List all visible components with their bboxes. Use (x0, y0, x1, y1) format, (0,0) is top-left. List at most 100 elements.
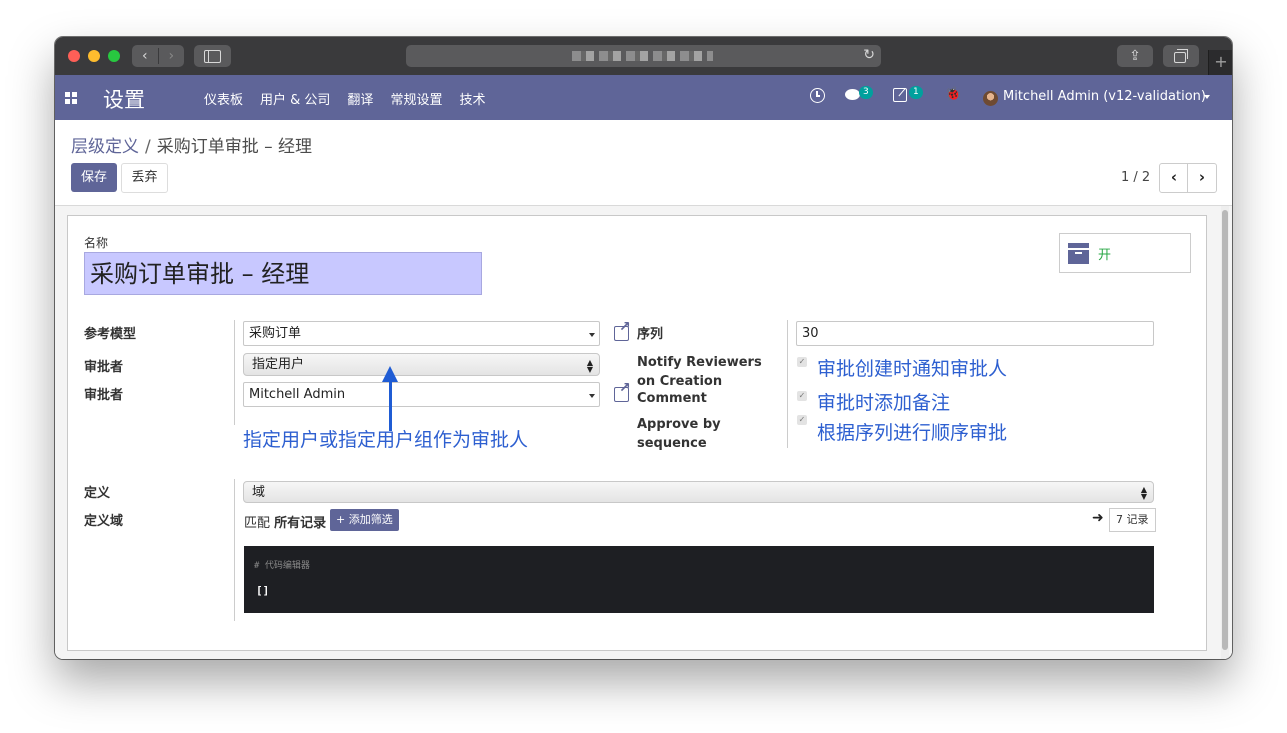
menu-item-users-companies[interactable]: 用户 & 公司 (260, 89, 330, 108)
group-divider (234, 320, 235, 425)
notify-reviewers-checkbox[interactable]: ✓ (797, 357, 807, 367)
history-nav: ‹ › (132, 45, 184, 67)
browser-toolbar: ‹ › ↻ ⇪ + (55, 37, 1232, 76)
model-label: 参考模型 (84, 327, 137, 342)
menu-item-general-settings[interactable]: 常规设置 (390, 89, 442, 108)
debug-bug-icon[interactable]: 🐞 (945, 87, 961, 102)
main-navbar: 设置 仪表板 用户 & 公司 翻译 常规设置 技术 3 1 🐞 Mitchell… (55, 75, 1232, 120)
external-link-icon[interactable] (614, 319, 631, 341)
clock-icon[interactable] (810, 88, 825, 103)
records-count-button[interactable]: 7 记录 (1109, 508, 1156, 532)
reviewer-select-value: Mitchell Admin (249, 387, 346, 402)
code-editor[interactable]: # 代码编辑器 [] (244, 546, 1154, 613)
menu-item-translations[interactable]: 翻译 (347, 89, 373, 108)
chat-count-badge: 3 (859, 86, 873, 99)
share-icon: ⇪ (1129, 48, 1141, 64)
pager-previous-button[interactable]: ‹ (1159, 163, 1189, 193)
reviewer-label: 审批者 (84, 388, 124, 403)
sidebar-icon (204, 49, 221, 63)
pager-value[interactable]: 1 / 2 (1121, 170, 1150, 185)
discard-button[interactable]: 丢弃 (121, 163, 168, 193)
add-filter-button[interactable]: + 添加筛选 (330, 509, 399, 531)
reviewer-select[interactable]: Mitchell Admin (243, 382, 600, 407)
back-icon[interactable]: ‹ (132, 48, 158, 64)
chat-icon[interactable] (845, 89, 860, 100)
name-label: 名称 (84, 236, 109, 250)
match-all-records: 所有记录 (274, 516, 327, 531)
breadcrumb: 层级定义 / 采购订单审批 – 经理 (71, 132, 312, 157)
menu-item-technical[interactable]: 技术 (459, 89, 485, 108)
definition-label: 定义 (84, 486, 111, 501)
sidebar-toggle-button[interactable] (194, 45, 231, 67)
updown-arrows-icon: ▲ ▼ (1140, 485, 1147, 501)
sequence-input[interactable]: 30 (796, 321, 1154, 346)
new-tab-button[interactable]: + (1208, 50, 1232, 75)
app-title: 设置 (103, 88, 145, 112)
sequence-annotation: 根据序列进行顺序审批 (817, 422, 1008, 444)
share-button[interactable]: ⇪ (1117, 45, 1153, 67)
forward-icon[interactable]: › (157, 48, 185, 64)
form-view: 名称 采购订单审批 – 经理 开 参考模型 审批者 审批者 采购订单 指定用户 … (55, 206, 1232, 659)
model-select[interactable]: 采购订单 (243, 321, 600, 346)
code-editor-comment: # 代码编辑器 (254, 561, 310, 571)
comment-annotation: 审批时添加备注 (817, 392, 951, 414)
external-link-icon[interactable] (614, 380, 631, 402)
domain-match-text: 匹配 所有记录 (244, 512, 326, 531)
control-panel: 层级定义 / 采购订单审批 – 经理 保存 丢弃 1 / 2 ‹ › (55, 120, 1232, 206)
sequence-label: 序列 (637, 327, 664, 342)
reviewer-annotation: 指定用户或指定用户组作为审批人 (243, 429, 529, 451)
annotation-arrow-head (382, 366, 398, 382)
activity-count-badge: 1 (909, 86, 923, 99)
model-select-value: 采购订单 (249, 326, 302, 341)
arrow-right-icon: ➜ (1092, 510, 1104, 526)
notify-annotation: 审批创建时通知审批人 (817, 358, 1008, 380)
reviewer-type-select-value: 指定用户 (252, 357, 305, 372)
updown-arrows-icon: ▲ ▼ (586, 358, 593, 374)
reviewer-type-label: 审批者 (84, 360, 124, 375)
definition-select[interactable]: 域 ▲ ▼ (243, 481, 1154, 503)
reviewer-type-select[interactable]: 指定用户 ▲ ▼ (243, 353, 600, 376)
archive-toggle-button[interactable]: 开 (1059, 233, 1191, 273)
tabs-icon (1174, 48, 1188, 63)
group-divider (234, 479, 235, 621)
blurred-url (572, 51, 713, 61)
archive-icon (1068, 243, 1089, 264)
user-menu-caret-icon[interactable] (1204, 95, 1210, 99)
page-scrollbar[interactable] (1221, 206, 1229, 659)
address-bar[interactable]: ↻ (406, 45, 881, 67)
activity-icon[interactable] (893, 88, 907, 102)
match-prefix: 匹配 (244, 516, 271, 531)
close-window-button[interactable] (68, 50, 80, 62)
notify-reviewers-label: Notify Reviewers on Creation (637, 355, 762, 389)
code-editor-content: [] (256, 584, 270, 597)
domain-label: 定义域 (84, 514, 124, 529)
approve-by-sequence-label: Approve by sequence (637, 417, 721, 451)
tab-overview-button[interactable] (1163, 45, 1199, 67)
approve-by-sequence-checkbox[interactable]: ✓ (797, 415, 807, 425)
chevron-down-icon (589, 394, 595, 398)
breadcrumb-parent-link[interactable]: 层级定义 (71, 137, 139, 157)
scrollbar-thumb[interactable] (1222, 210, 1228, 650)
user-menu-label[interactable]: Mitchell Admin (v12-validation) (1003, 89, 1206, 104)
chevron-down-icon (589, 333, 595, 337)
group-divider (787, 320, 788, 448)
minimize-window-button[interactable] (88, 50, 100, 62)
breadcrumb-current: 采购订单审批 – 经理 (156, 137, 313, 157)
annotation-arrow-line (389, 381, 392, 431)
apps-menu-icon[interactable] (65, 92, 77, 104)
top-menu: 仪表板 用户 & 公司 翻译 常规设置 技术 (204, 89, 502, 108)
comment-checkbox[interactable]: ✓ (797, 391, 807, 401)
form-sheet: 名称 采购订单审批 – 经理 开 参考模型 审批者 审批者 采购订单 指定用户 … (67, 215, 1207, 651)
breadcrumb-separator: / (145, 137, 151, 157)
comment-label: Comment (637, 391, 707, 406)
name-input[interactable]: 采购订单审批 – 经理 (84, 252, 482, 295)
browser-window: ‹ › ↻ ⇪ + 设置 仪表板 用户 & 公司 翻译 常规设置 技术 3 1 … (55, 37, 1232, 659)
definition-select-value: 域 (252, 485, 266, 500)
menu-item-dashboard[interactable]: 仪表板 (204, 89, 243, 108)
save-button[interactable]: 保存 (71, 163, 117, 192)
pager-next-button[interactable]: › (1187, 163, 1217, 193)
zoom-window-button[interactable] (108, 50, 120, 62)
avatar[interactable] (983, 91, 998, 106)
reload-icon[interactable]: ↻ (863, 47, 875, 63)
archive-status-label: 开 (1098, 248, 1112, 263)
